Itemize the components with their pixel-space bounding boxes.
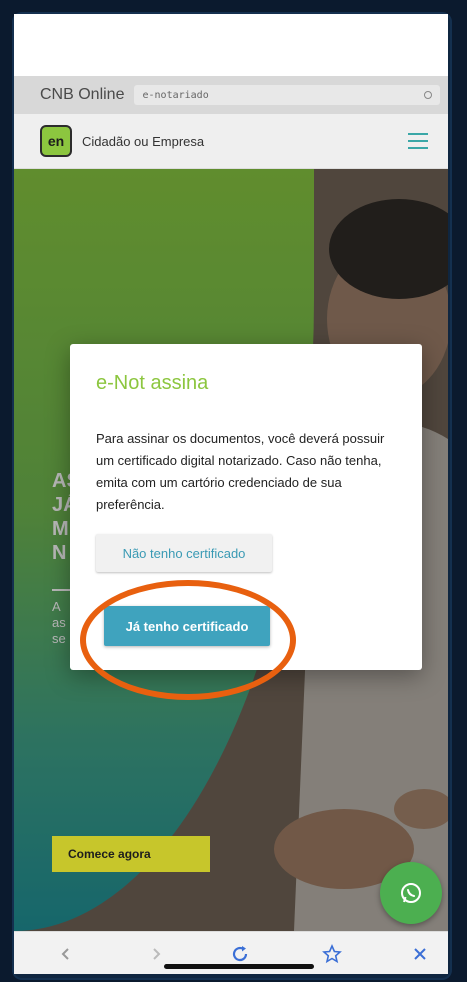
whatsapp-button[interactable]: [380, 862, 442, 924]
url-status-icon: [424, 91, 433, 99]
highlight-annotation: [80, 580, 296, 700]
status-area: [14, 14, 448, 76]
star-icon[interactable]: [320, 942, 344, 966]
whatsapp-icon: [401, 883, 421, 903]
browser-url-bar: CNB Online e-notariado: [14, 76, 448, 114]
home-indicator: [164, 964, 314, 969]
start-now-button[interactable]: Comece agora: [52, 836, 210, 872]
chevron-left-icon[interactable]: [54, 942, 78, 966]
close-icon[interactable]: [408, 942, 432, 966]
site-label[interactable]: Cidadão ou Empresa: [82, 134, 204, 149]
reload-icon[interactable]: [228, 942, 252, 966]
url-field[interactable]: e-notariado: [134, 85, 441, 105]
menu-icon[interactable]: [408, 133, 428, 149]
modal-body: Para assinar os documentos, você deverá …: [96, 431, 385, 512]
modal-title: e-Not assina: [96, 372, 209, 394]
chevron-right-icon[interactable]: [144, 942, 168, 966]
browser-app-name: CNB Online: [40, 86, 125, 103]
url-text: e-notariado: [142, 89, 209, 101]
site-header: en Cidadão ou Empresa: [14, 114, 448, 169]
no-certificate-button[interactable]: Não tenho certificado: [96, 534, 272, 572]
site-logo[interactable]: en: [40, 125, 72, 157]
device-screen: CNB Online e-notariado en Cidadão ou Emp…: [14, 14, 448, 974]
